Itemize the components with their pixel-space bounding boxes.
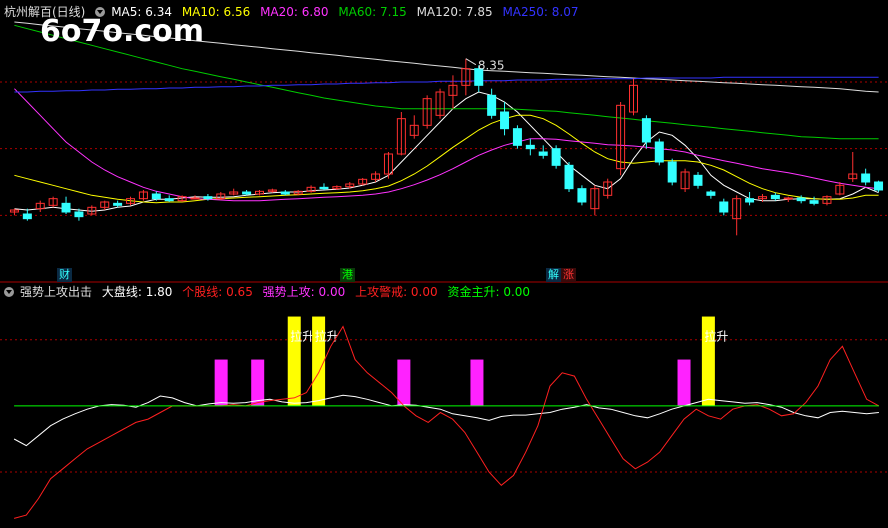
candle-body	[874, 181, 884, 191]
candle-body	[538, 151, 548, 156]
ma5-label: MA5: 6.34	[111, 5, 172, 19]
sub-legend: 强势上攻出击 大盘线: 1.80 个股线: 0.65 强势上攻: 0.00 上攻…	[4, 284, 536, 300]
main-chart-title: 杭州解百(日线)	[4, 5, 86, 19]
candle-body	[242, 191, 252, 195]
bar-label: 拉升	[704, 329, 728, 344]
candle-body	[667, 161, 677, 183]
dropdown-icon[interactable]	[95, 7, 106, 17]
candle-body	[512, 128, 522, 146]
stock-line-label: 个股线: 0.65	[182, 285, 253, 299]
ma60-label: MA60: 7.15	[338, 5, 407, 19]
candle-body	[770, 194, 780, 200]
attack-alert-label: 上攻警戒: 0.00	[355, 285, 438, 299]
candle-body	[280, 191, 290, 195]
capital-rise-label: 资金主升: 0.00	[447, 285, 531, 299]
candle-body	[487, 94, 497, 116]
candle-body	[745, 198, 755, 203]
candle-body	[706, 191, 716, 196]
candle-body	[525, 144, 535, 150]
candle-body	[61, 202, 71, 213]
indicator-line	[13, 325, 880, 519]
candle-body	[190, 197, 200, 200]
candle-body	[500, 111, 510, 130]
candle-body	[809, 200, 819, 204]
main-legend: 杭州解百(日线) MA5: 6.34 MA10: 6.56 MA20: 6.80…	[4, 4, 584, 20]
candle-body	[203, 196, 213, 200]
ma20-label: MA20: 6.80	[260, 5, 329, 19]
candle-body	[861, 173, 871, 183]
candle-body	[641, 118, 651, 143]
candle-body	[783, 197, 793, 200]
ma120-label: MA120: 7.85	[416, 5, 493, 19]
event-marker-hk[interactable]: 港	[340, 268, 355, 282]
ma-line-ma10	[14, 114, 879, 204]
bar-label: 拉升	[290, 329, 314, 344]
sub-chart-title: 强势上攻出击	[20, 285, 93, 299]
candle-body	[577, 188, 587, 203]
candle-body	[319, 186, 329, 190]
ma250-label: MA250: 8.07	[502, 5, 579, 19]
candle-body	[551, 148, 561, 166]
indicator-bar	[214, 359, 228, 406]
bar-label: 拉升	[315, 329, 339, 344]
dropdown-icon[interactable]	[4, 287, 14, 297]
ma-line-ma250	[14, 76, 879, 93]
candle-body	[22, 213, 32, 220]
indicator-bar	[470, 359, 484, 406]
chart-canvas[interactable]: 8.35拉升 拉升 拉升	[0, 0, 888, 528]
event-marker-unlock[interactable]: 解	[546, 268, 561, 282]
high-annotation-label: 8.35	[478, 59, 505, 73]
candle-body	[164, 198, 174, 202]
indicator-bar	[397, 359, 411, 406]
event-marker-rise[interactable]: 涨	[561, 268, 576, 282]
market-line-label: 大盘线: 1.80	[101, 285, 173, 299]
high-annotation-line	[465, 58, 477, 66]
ma10-label: MA10: 6.56	[181, 5, 251, 19]
candle-body	[796, 197, 806, 202]
candle-body	[693, 174, 703, 186]
candle-body	[719, 201, 729, 213]
ma-line-ma20	[14, 88, 879, 202]
candle-body	[564, 164, 574, 190]
strong-attack-label: 强势上攻: 0.00	[262, 285, 346, 299]
candle-body	[113, 202, 123, 206]
candle-body	[74, 211, 84, 218]
indicator-bar	[677, 359, 691, 406]
indicator-bar	[251, 359, 265, 406]
candle-body	[654, 141, 664, 163]
event-marker-finance[interactable]: 财	[57, 268, 72, 282]
candle-body	[151, 193, 161, 200]
